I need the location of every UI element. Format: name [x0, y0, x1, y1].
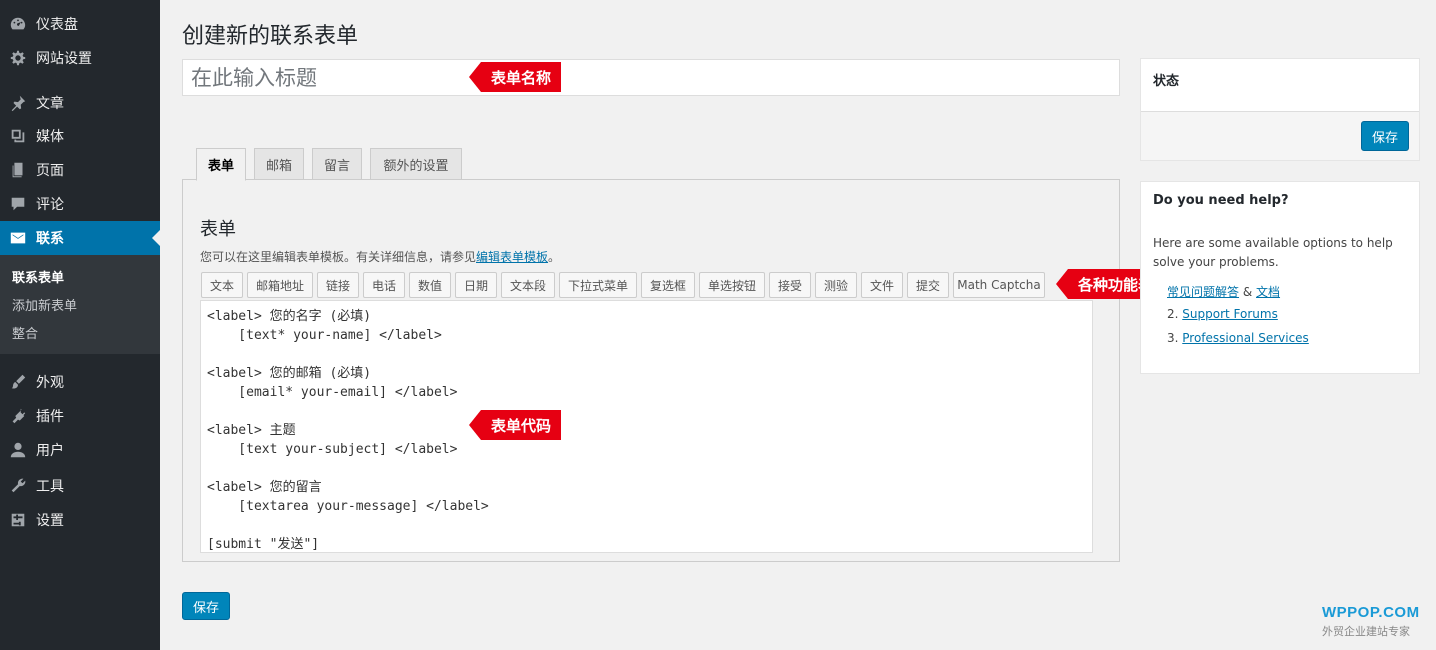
save-button[interactable]: 保存: [182, 592, 230, 620]
tag-button-text[interactable]: 文本: [201, 272, 243, 298]
sidebar-item-plugins[interactable]: 插件: [0, 399, 160, 433]
wrench-icon: [0, 477, 36, 495]
help-item-support-forums: 2. Support Forums: [1167, 307, 1278, 321]
tag-button-radio[interactable]: 单选按钮: [699, 272, 765, 298]
submenu-item-add-new[interactable]: 添加新表单: [12, 295, 77, 314]
panel-description: 您可以在这里编辑表单模板。有关详细信息，请参见编辑表单模板。: [200, 248, 560, 265]
media-icon: [0, 127, 36, 145]
tag-button-checkbox[interactable]: 复选框: [641, 272, 695, 298]
tag-button-quiz[interactable]: 测验: [815, 272, 857, 298]
sidebar-item-label: 工具: [36, 479, 64, 495]
page-icon: [0, 161, 36, 179]
save-button-side[interactable]: 保存: [1361, 121, 1409, 151]
professional-services-link[interactable]: Professional Services: [1182, 331, 1309, 345]
tab-additional-settings[interactable]: 额外的设置: [370, 148, 462, 180]
admin-sidebar: 仪表盘 网站设置 文章 媒体 页面 评论 联系 联系表单 添加新表单 整合 外观…: [0, 0, 160, 650]
help-num: 3.: [1167, 331, 1183, 345]
sidebar-item-settings[interactable]: 设置: [0, 503, 160, 537]
panel-heading: 表单: [200, 219, 236, 240]
sidebar-item-label: 设置: [36, 513, 64, 529]
help-box: Do you need help? Here are some availabl…: [1140, 181, 1420, 374]
sidebar-item-contact[interactable]: 联系: [0, 221, 160, 255]
sidebar-item-tools[interactable]: 工具: [0, 469, 160, 503]
tag-button-date[interactable]: 日期: [455, 272, 497, 298]
annotation-form-name: 表单名称: [468, 62, 562, 92]
submenu-item-contact-forms[interactable]: 联系表单: [12, 267, 64, 286]
tag-button-submit[interactable]: 提交: [907, 272, 949, 298]
panel-desc-suffix: 。: [548, 250, 561, 264]
page-title: 创建新的联系表单: [182, 24, 359, 49]
comment-icon: [0, 195, 36, 213]
tab-form[interactable]: 表单: [196, 148, 246, 181]
plugin-icon: [0, 407, 36, 425]
help-box-text: Here are some available options to help …: [1153, 236, 1393, 269]
dashboard-icon: [0, 15, 36, 33]
annotation-form-code: 表单代码: [468, 410, 562, 440]
sidebar-item-label: 联系: [36, 231, 64, 247]
help-item-professional-services: 3. Professional Services: [1167, 331, 1309, 345]
gear-icon: [0, 49, 36, 67]
faq-link[interactable]: 常见问题解答: [1167, 285, 1239, 299]
mail-icon: [0, 229, 36, 247]
watermark: WPPOP.COM 外贸企业建站专家: [1322, 604, 1420, 639]
sidebar-item-dashboard[interactable]: 仪表盘: [0, 7, 160, 41]
tag-button-textarea[interactable]: 文本段: [501, 272, 555, 298]
help-amp: &: [1239, 285, 1257, 299]
status-box: 状态 保存: [1140, 58, 1420, 161]
tag-button-url[interactable]: 链接: [317, 272, 359, 298]
sidebar-item-label: 插件: [36, 409, 64, 425]
sidebar-item-label: 页面: [36, 163, 64, 179]
tag-button-file[interactable]: 文件: [861, 272, 903, 298]
sidebar-item-posts[interactable]: 文章: [0, 86, 160, 120]
status-box-footer: 保存: [1141, 111, 1419, 160]
tag-button-tel[interactable]: 电话: [363, 272, 405, 298]
edit-template-link[interactable]: 编辑表单模板: [476, 250, 548, 264]
form-title-input[interactable]: [182, 59, 1120, 96]
form-code-editor[interactable]: <label> 您的名字 (必填) [text* your-name] </la…: [200, 300, 1093, 553]
sidebar-item-pages[interactable]: 页面: [0, 153, 160, 187]
sidebar-item-label: 文章: [36, 96, 64, 112]
tag-button-acceptance[interactable]: 接受: [769, 272, 811, 298]
sidebar-item-label: 评论: [36, 197, 64, 213]
sidebar-item-label: 网站设置: [36, 51, 92, 67]
tab-messages[interactable]: 留言: [312, 148, 362, 180]
support-forums-link[interactable]: Support Forums: [1182, 307, 1278, 321]
help-item-faq-docs: 常见问题解答 & 文档: [1167, 283, 1280, 300]
submenu-item-integration[interactable]: 整合: [12, 323, 38, 342]
sidebar-item-comments[interactable]: 评论: [0, 187, 160, 221]
pin-icon: [0, 94, 36, 112]
sidebar-item-site-settings[interactable]: 网站设置: [0, 41, 160, 75]
tag-button-number[interactable]: 数值: [409, 272, 451, 298]
sidebar-item-label: 用户: [36, 443, 64, 459]
sidebar-item-appearance[interactable]: 外观: [0, 365, 160, 399]
help-box-title: Do you need help?: [1153, 193, 1289, 208]
tag-button-dropdown[interactable]: 下拉式菜单: [559, 272, 637, 298]
sidebar-item-media[interactable]: 媒体: [0, 119, 160, 153]
tag-button-math-captcha[interactable]: Math Captcha: [953, 272, 1045, 298]
sidebar-item-users[interactable]: 用户: [0, 433, 160, 467]
tag-button-email[interactable]: 邮箱地址: [247, 272, 313, 298]
help-num: 2.: [1167, 307, 1183, 321]
status-box-title: 状态: [1153, 74, 1180, 89]
user-icon: [0, 441, 36, 459]
panel-desc-text: 您可以在这里编辑表单模板。有关详细信息，请参见: [200, 250, 477, 264]
sidebar-item-label: 仪表盘: [36, 17, 78, 33]
watermark-subtitle: 外贸企业建站专家: [1322, 625, 1410, 638]
active-indicator: [152, 230, 160, 246]
sidebar-item-label: 外观: [36, 375, 64, 391]
sidebar-item-label: 媒体: [36, 129, 64, 145]
watermark-brand: WPPOP.COM: [1322, 604, 1420, 621]
brush-icon: [0, 373, 36, 391]
contact-submenu: 联系表单 添加新表单 整合: [0, 255, 160, 354]
docs-link[interactable]: 文档: [1256, 285, 1280, 299]
tab-mail[interactable]: 邮箱: [254, 148, 304, 180]
settings-icon: [0, 511, 36, 529]
